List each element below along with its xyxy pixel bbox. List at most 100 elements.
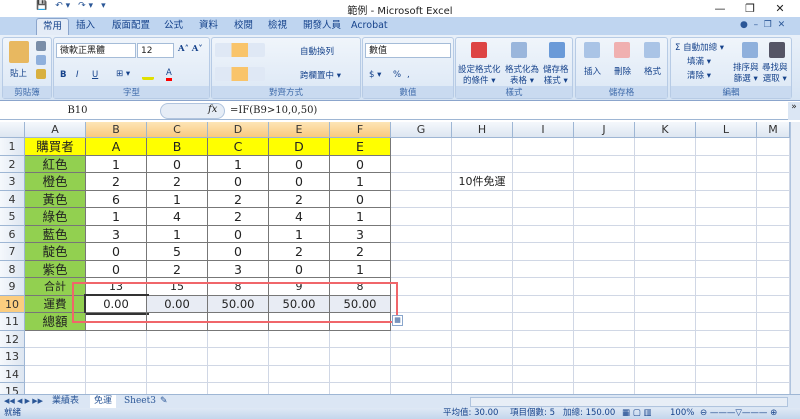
empty-cell[interactable]: [696, 278, 757, 296]
empty-cell[interactable]: [757, 173, 790, 191]
font-color-button[interactable]: A: [166, 68, 172, 81]
empty-cell[interactable]: [635, 348, 696, 366]
row-header-13[interactable]: 13: [0, 348, 25, 366]
insert-function-button[interactable]: fx: [208, 104, 217, 115]
comma-button[interactable]: ,: [407, 70, 410, 80]
name-box[interactable]: B10: [0, 103, 155, 119]
data-cell[interactable]: 4: [269, 208, 330, 226]
customize-qat-button[interactable]: ▾: [101, 1, 106, 15]
delete-cells-button[interactable]: 刪除: [614, 65, 631, 77]
empty-cell[interactable]: [452, 138, 513, 156]
empty-cell[interactable]: [757, 313, 790, 331]
empty-cell[interactable]: [513, 295, 574, 313]
empty-cell[interactable]: [574, 173, 635, 191]
row-header-4[interactable]: 4: [0, 190, 25, 208]
column-header-K[interactable]: K: [635, 122, 696, 138]
empty-cell[interactable]: [757, 278, 790, 296]
save-icon[interactable]: 💾: [36, 1, 47, 15]
empty-cell[interactable]: [452, 313, 513, 331]
data-cell[interactable]: 0: [86, 243, 147, 261]
data-cell[interactable]: 2: [208, 190, 269, 208]
empty-cell[interactable]: [635, 313, 696, 331]
sheet-tab-3[interactable]: Sheet3: [124, 395, 156, 408]
format-cells-button[interactable]: 格式: [644, 65, 661, 77]
help-icon[interactable]: ● – ❐ ✕: [740, 20, 785, 30]
data-cell[interactable]: 0: [269, 155, 330, 173]
empty-cell[interactable]: [391, 365, 452, 383]
row-header-6[interactable]: 6: [0, 225, 25, 243]
data-cell[interactable]: 0: [208, 173, 269, 191]
empty-cell[interactable]: [391, 138, 452, 156]
data-cell[interactable]: 0: [86, 260, 147, 278]
data-cell[interactable]: 0: [208, 225, 269, 243]
empty-cell[interactable]: [635, 278, 696, 296]
row-label-cell[interactable]: 黃色: [25, 190, 86, 208]
sheet-nav-buttons[interactable]: ◀◀ ◀ ▶ ▶▶: [4, 395, 43, 408]
zoom-slider[interactable]: ⊖ ———▽——— ⊕: [700, 408, 777, 419]
empty-cell[interactable]: [757, 348, 790, 366]
empty-cell[interactable]: [269, 330, 330, 348]
row-header-3[interactable]: 3: [0, 173, 25, 191]
horizontal-scrollbar[interactable]: [470, 397, 788, 407]
sheet-tab-1[interactable]: 業績表: [52, 395, 79, 408]
empty-cell[interactable]: [513, 330, 574, 348]
header-cell[interactable]: D: [269, 138, 330, 156]
row-header-1[interactable]: 1: [0, 138, 25, 156]
data-cell[interactable]: 0: [330, 155, 391, 173]
data-cell[interactable]: 1: [147, 225, 208, 243]
empty-cell[interactable]: [391, 348, 452, 366]
data-cell[interactable]: 5: [147, 243, 208, 261]
column-header-B[interactable]: B: [86, 122, 147, 138]
empty-cell[interactable]: [757, 365, 790, 383]
tab-formulas[interactable]: 公式: [158, 18, 189, 35]
empty-cell[interactable]: [452, 348, 513, 366]
empty-cell[interactable]: [635, 295, 696, 313]
empty-cell[interactable]: [574, 138, 635, 156]
empty-cell[interactable]: [696, 208, 757, 226]
row-header-14[interactable]: 14: [0, 365, 25, 383]
empty-cell[interactable]: [574, 190, 635, 208]
data-cell[interactable]: 0: [330, 190, 391, 208]
data-cell[interactable]: 0: [208, 243, 269, 261]
data-cell[interactable]: 4: [147, 208, 208, 226]
column-header-E[interactable]: E: [269, 122, 330, 138]
empty-cell[interactable]: [757, 295, 790, 313]
empty-cell[interactable]: [757, 138, 790, 156]
empty-cell[interactable]: [330, 348, 391, 366]
empty-cell[interactable]: [452, 295, 513, 313]
tab-home[interactable]: 常用: [36, 18, 70, 35]
zoom-level[interactable]: 100%: [670, 408, 694, 419]
insert-cells-button[interactable]: 插入: [584, 65, 601, 77]
expand-formula-bar-button[interactable]: »: [788, 102, 800, 120]
format-painter-icon[interactable]: [36, 69, 46, 79]
delete-cells-icon[interactable]: [614, 42, 630, 58]
empty-cell[interactable]: [513, 138, 574, 156]
data-cell[interactable]: 2: [147, 173, 208, 191]
restore-button[interactable]: ❐: [735, 0, 765, 17]
data-cell[interactable]: 1: [269, 225, 330, 243]
fill-color-icon[interactable]: [142, 68, 154, 80]
column-header-A[interactable]: A: [25, 122, 86, 138]
vertical-scrollbar[interactable]: [790, 122, 800, 394]
fill-button[interactable]: 填滿 ▾: [687, 55, 711, 67]
empty-cell[interactable]: [25, 365, 86, 383]
empty-cell[interactable]: [513, 155, 574, 173]
tab-acrobat[interactable]: Acrobat: [345, 18, 394, 35]
minimize-button[interactable]: —: [705, 0, 735, 17]
row-header-11[interactable]: 11: [0, 313, 25, 331]
close-button[interactable]: ✕: [765, 0, 795, 17]
empty-cell[interactable]: [147, 365, 208, 383]
row-label-cell[interactable]: 紫色: [25, 260, 86, 278]
underline-button[interactable]: U: [92, 70, 98, 80]
column-header-I[interactable]: I: [513, 122, 574, 138]
empty-cell[interactable]: [696, 243, 757, 261]
tab-view[interactable]: 檢視: [262, 18, 293, 35]
font-name-select[interactable]: 微軟正黑體: [56, 43, 136, 58]
empty-cell[interactable]: [513, 260, 574, 278]
empty-cell[interactable]: [513, 225, 574, 243]
row-label-cell[interactable]: 綠色: [25, 208, 86, 226]
row-label-cell[interactable]: 靛色: [25, 243, 86, 261]
row-header-5[interactable]: 5: [0, 208, 25, 226]
empty-cell[interactable]: [330, 330, 391, 348]
empty-cell[interactable]: [452, 225, 513, 243]
